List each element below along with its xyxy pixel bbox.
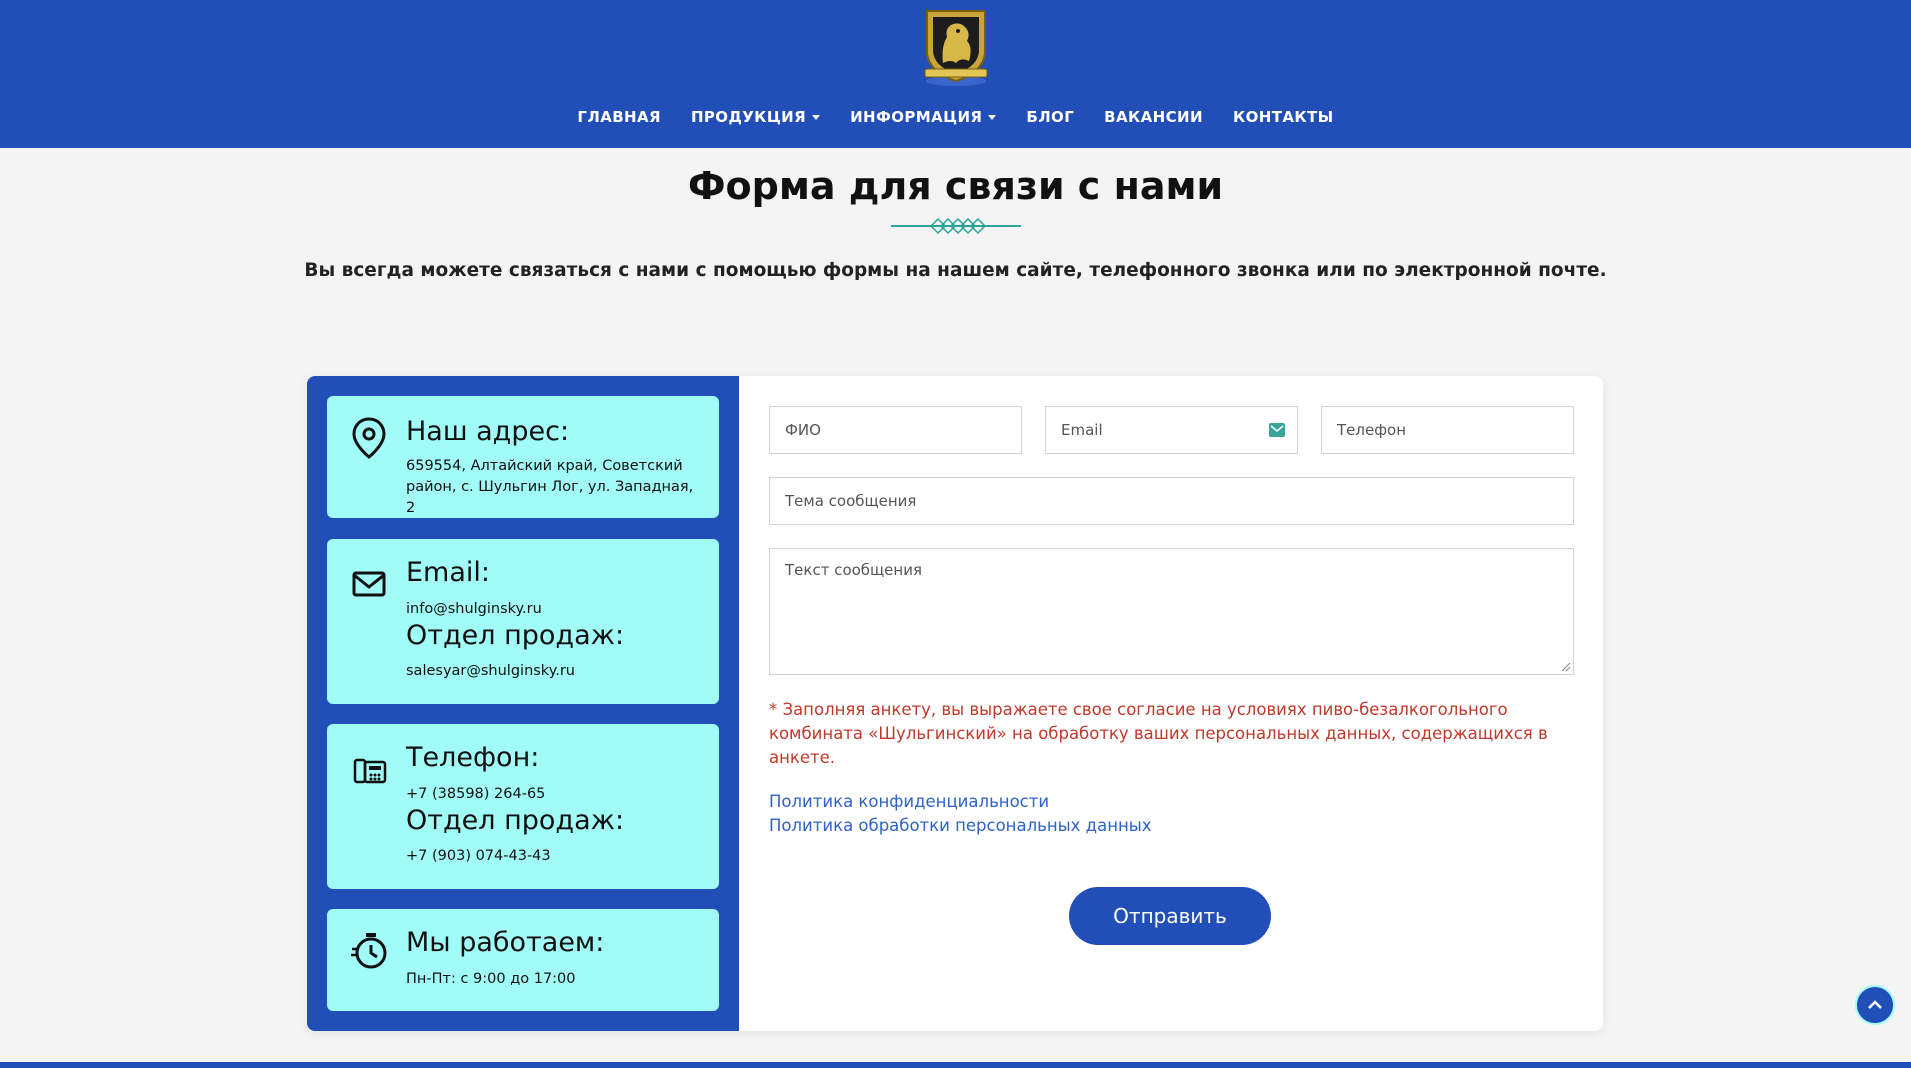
map-pin-icon — [352, 417, 386, 459]
subject-placeholder: Тема сообщения — [785, 492, 917, 510]
nav-products-label: ПРОДУКЦИЯ — [690, 108, 807, 126]
address-text: 659554, Алтайский край, Советский район,… — [406, 458, 694, 516]
phone-sales-value[interactable]: +7 (903) 074-43-43 — [406, 846, 706, 867]
email-heading: Email: — [406, 557, 491, 588]
message-placeholder: Текст сообщения — [785, 561, 922, 579]
intro-text: Вы всегда можете связаться с нами с помо… — [304, 260, 1607, 281]
email-input[interactable]: Email — [1045, 406, 1298, 454]
stopwatch-icon — [351, 933, 387, 969]
nav-information-label: ИНФОРМАЦИЯ — [850, 108, 983, 126]
hours-value: Пн-Пт: с 9:00 до 17:00 — [406, 971, 576, 987]
privacy-policy-link[interactable]: Политика конфиденциальности — [769, 792, 1049, 811]
name-input[interactable]: ФИО — [769, 406, 1022, 454]
hours-heading: Мы работаем: — [406, 927, 605, 958]
caret-down-icon — [812, 114, 821, 120]
email-sales-value[interactable]: salesyar@shulginsky.ru — [406, 661, 706, 682]
phone-input[interactable]: Телефон — [1321, 406, 1574, 454]
phone-sales-heading: Отдел продаж: — [406, 805, 625, 836]
phone-value[interactable]: +7 (38598) 264-65 — [406, 784, 706, 805]
chevron-up-icon — [1868, 1000, 1882, 1009]
page-title: Форма для связи с нами — [687, 164, 1224, 208]
address-heading: Наш адрес: — [406, 416, 570, 447]
footer-bar — [0, 1062, 1911, 1068]
envelope-icon — [352, 571, 386, 597]
data-policy-link[interactable]: Политика обработки персональных данных — [769, 816, 1152, 835]
phone-heading: Телефон: — [406, 742, 540, 773]
email-value[interactable]: info@shulginsky.ru — [406, 599, 706, 620]
nav-home-label: ГЛАВНАЯ — [577, 108, 661, 126]
submit-button[interactable]: Отправить — [1069, 887, 1271, 945]
consent-text: * Заполняя анкету, вы выражаете свое сог… — [769, 700, 1548, 767]
nav-vacancies-label: ВАКАНСИИ — [1104, 108, 1203, 126]
hours-box: Мы работаем: Пн-Пт: с 9:00 до 17:00 — [327, 909, 719, 1011]
nav-products[interactable]: ПРОДУКЦИЯ — [690, 108, 821, 126]
contact-card: Наш адрес: 659554, Алтайский край, Совет… — [307, 376, 1603, 1031]
main-nav: ГЛАВНАЯ ПРОДУКЦИЯ ИНФОРМАЦИЯ БЛОГ ВАКАНС… — [0, 108, 1911, 126]
nav-information[interactable]: ИНФОРМАЦИЯ — [850, 108, 997, 126]
contact-form: ФИО Email Телефон Тема сообщения Текст с… — [739, 376, 1603, 1031]
nav-blog[interactable]: БЛОГ — [1026, 108, 1074, 126]
scroll-top-button[interactable] — [1855, 985, 1895, 1025]
site-header: ГЛАВНАЯ ПРОДУКЦИЯ ИНФОРМАЦИЯ БЛОГ ВАКАНС… — [0, 0, 1911, 148]
resize-handle-icon[interactable] — [1561, 662, 1571, 672]
address-box: Наш адрес: 659554, Алтайский край, Совет… — [327, 396, 719, 518]
email-sales-heading: Отдел продаж: — [406, 620, 625, 651]
caret-down-icon — [988, 114, 997, 120]
phone-box: Телефон: +7 (38598) 264-65 Отдел продаж:… — [327, 724, 719, 889]
phone-placeholder: Телефон — [1337, 421, 1407, 439]
contact-info-panel: Наш адрес: 659554, Алтайский край, Совет… — [307, 376, 739, 1031]
ornament-divider-icon — [891, 217, 1021, 235]
nav-home[interactable]: ГЛАВНАЯ — [577, 108, 661, 126]
name-placeholder: ФИО — [785, 421, 821, 439]
email-placeholder: Email — [1061, 421, 1103, 439]
nav-contacts-label: КОНТАКТЫ — [1232, 108, 1334, 126]
email-badge-icon — [1269, 423, 1285, 437]
subject-input[interactable]: Тема сообщения — [769, 477, 1574, 525]
email-box: Email: info@shulginsky.ru Отдел продаж: … — [327, 539, 719, 704]
nav-vacancies[interactable]: ВАКАНСИИ — [1104, 108, 1203, 126]
fax-phone-icon — [353, 758, 387, 784]
nav-contacts[interactable]: КОНТАКТЫ — [1233, 108, 1334, 126]
message-textarea[interactable]: Текст сообщения — [769, 548, 1574, 675]
lion-crest-logo[interactable] — [921, 7, 991, 87]
nav-blog-label: БЛОГ — [1026, 108, 1075, 126]
